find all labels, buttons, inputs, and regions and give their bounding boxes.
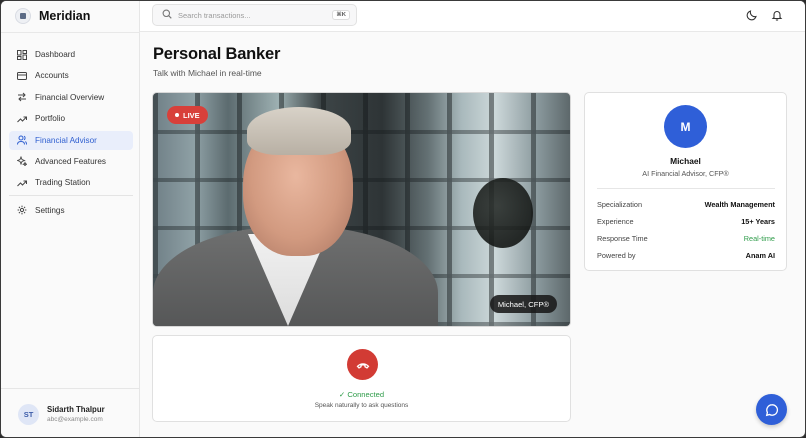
sidebar-item-label: Portfolio [35,114,66,124]
video-person-hair [247,107,351,155]
live-label: LIVE [183,110,200,120]
detail-key: Response Time [597,234,648,243]
users-icon [17,135,27,145]
arrows-icon [17,92,27,102]
sidebar-item-label: Financial Overview [35,92,105,102]
detail-key: Specialization [597,200,643,209]
detail-row-powered-by: Powered by Anam AI [597,247,775,264]
keyboard-shortcut: ⌘K [332,10,350,20]
bell-icon[interactable] [771,9,783,21]
user-profile[interactable]: ST Sidarth Thalpur abc@example.com [1,388,140,437]
advisor-card: M Michael AI Financial Advisor, CFP® Spe… [584,92,787,271]
call-hint: Speak naturally to ask questions [314,402,409,409]
sparkles-icon [17,156,27,167]
advisor-avatar: M [664,105,707,148]
search-input[interactable]: Search transactions... [178,11,326,20]
call-status: ✓ Connected [338,390,385,399]
page-subtitle: Talk with Michael in real-time [153,68,262,78]
detail-value: 15+ Years [741,217,775,226]
moon-icon[interactable] [746,9,758,21]
sidebar: Meridian Dashboard Accounts Financial Ov… [1,1,140,437]
brand-name: Meridian [39,9,91,23]
sidebar-item-accounts[interactable]: Accounts [9,66,133,85]
detail-value: Real-time [743,234,775,243]
detail-row-response-time: Response Time Real-time [597,230,775,247]
divider [1,32,140,33]
topbar: Search transactions... ⌘K [140,1,805,32]
sidebar-item-trading-station[interactable]: Trading Station [9,173,133,192]
detail-key: Powered by [597,251,636,260]
sidebar-item-label: Trading Station [35,178,91,188]
detail-row-specialization: Specialization Wealth Management [597,196,775,213]
detail-value: Wealth Management [704,200,775,209]
end-call-button[interactable] [347,349,378,380]
gear-icon [17,205,27,215]
advisor-role: AI Financial Advisor, CFP® [642,169,729,178]
sidebar-item-label: Dashboard [35,50,76,59]
live-dot-icon [175,113,179,117]
sidebar-item-label: Accounts [35,71,69,81]
brand-logo-icon [15,8,31,24]
divider [9,194,133,196]
video-plant [473,178,533,248]
detail-row-experience: Experience 15+ Years [597,213,775,230]
credit-card-icon [17,71,27,81]
sidebar-item-advanced-features[interactable]: Advanced Features [9,152,133,171]
video-name-tag: Michael, CFP® [489,295,557,313]
user-name: Sidarth Thalpur [47,405,105,414]
sidebar-item-dashboard[interactable]: Dashboard [9,45,133,64]
sidebar-item-settings[interactable]: Settings [9,201,133,220]
phone-hangup-icon [356,362,369,369]
trend-up-icon [17,178,27,188]
live-badge: LIVE [167,106,208,124]
grid-icon [17,49,27,60]
call-controls: ✓ Connected Speak naturally to ask quest… [152,335,571,422]
sidebar-item-label: Settings [35,205,65,215]
sidebar-nav: Dashboard Accounts Financial Overview Po… [9,45,133,222]
sidebar-item-financial-advisor[interactable]: Financial Advisor [9,130,133,150]
page-title: Personal Banker [153,45,281,63]
app-window: Meridian Dashboard Accounts Financial Ov… [0,0,806,438]
user-email: abc@example.com [47,416,103,423]
advisor-name: Michael [670,156,701,166]
trend-up-icon [17,114,27,124]
detail-value: Anam AI [745,251,775,260]
divider [597,188,775,189]
advisor-details: Specialization Wealth Management Experie… [597,196,775,264]
avatar: ST [18,403,39,425]
brand[interactable]: Meridian [15,7,90,25]
chat-bubble-icon [765,403,778,416]
video-feed: LIVE Michael, CFP® [152,92,571,327]
search-bar[interactable]: Search transactions... ⌘K [152,4,357,26]
sidebar-item-label: Financial Advisor [35,135,97,145]
search-icon [162,9,172,21]
sidebar-item-label: Advanced Features [35,156,107,166]
detail-key: Experience [597,217,634,226]
sidebar-item-financial-overview[interactable]: Financial Overview [9,88,133,107]
sidebar-item-portfolio[interactable]: Portfolio [9,109,133,128]
chat-button[interactable] [756,394,787,425]
